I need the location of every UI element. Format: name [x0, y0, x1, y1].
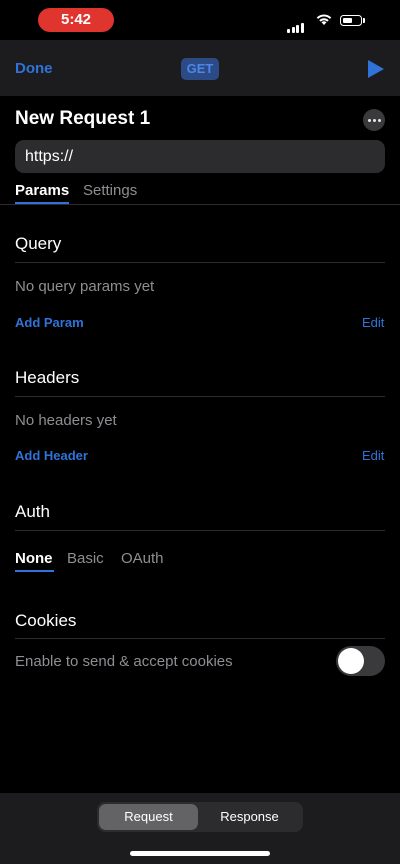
http-method-badge[interactable]: GET — [181, 58, 219, 80]
add-param-button[interactable]: Add Param — [15, 315, 84, 330]
headers-edit-button[interactable]: Edit — [362, 448, 384, 463]
query-divider — [15, 262, 385, 263]
request-response-segment: Request Response — [97, 802, 303, 832]
headers-empty-text: No headers yet — [15, 412, 117, 429]
tab-settings[interactable]: Settings — [83, 182, 137, 199]
home-indicator[interactable] — [130, 851, 270, 856]
auth-option-none[interactable]: None — [15, 550, 53, 567]
cookies-toggle-label: Enable to send & accept cookies — [15, 653, 233, 670]
add-header-button[interactable]: Add Header — [15, 448, 88, 463]
request-title[interactable]: New Request 1 — [15, 108, 150, 130]
auth-option-basic[interactable]: Basic — [67, 550, 104, 567]
auth-section-title: Auth — [15, 502, 50, 521]
tab-params[interactable]: Params — [15, 182, 69, 199]
toggle-knob — [338, 648, 364, 674]
done-button[interactable]: Done — [15, 60, 53, 77]
play-icon[interactable] — [368, 60, 384, 78]
segment-response[interactable]: Response — [200, 804, 299, 830]
query-empty-text: No query params yet — [15, 278, 155, 295]
more-options-icon[interactable] — [363, 109, 385, 131]
signal-icon — [287, 15, 305, 33]
headers-section-title: Headers — [15, 368, 80, 387]
headers-divider — [15, 396, 385, 397]
cookies-divider — [15, 638, 385, 639]
query-section-title: Query — [15, 234, 62, 253]
cookies-toggle[interactable] — [336, 646, 385, 676]
tabs-divider — [0, 204, 400, 205]
cookies-section-title: Cookies — [15, 611, 77, 630]
battery-icon — [340, 15, 362, 26]
url-input[interactable] — [25, 140, 375, 173]
status-time: 5:42 — [60, 11, 92, 28]
segment-request[interactable]: Request — [99, 804, 198, 830]
query-edit-button[interactable]: Edit — [362, 315, 384, 330]
auth-option-indicator — [15, 570, 54, 572]
auth-option-oauth[interactable]: OAuth — [121, 550, 164, 567]
url-field-container — [15, 140, 385, 173]
auth-divider — [15, 530, 385, 531]
battery-tip — [363, 18, 365, 23]
wifi-icon — [316, 14, 332, 25]
